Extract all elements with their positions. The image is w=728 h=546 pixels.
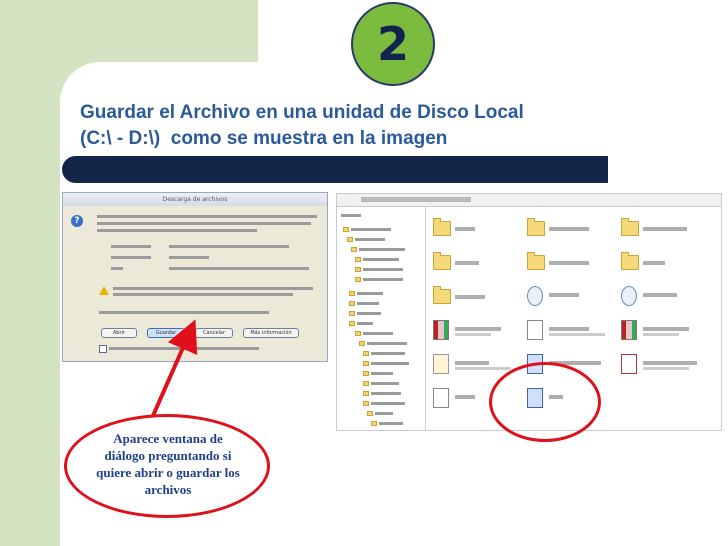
- callout-text: Aparece ventana de diálogo preguntando s…: [96, 431, 240, 497]
